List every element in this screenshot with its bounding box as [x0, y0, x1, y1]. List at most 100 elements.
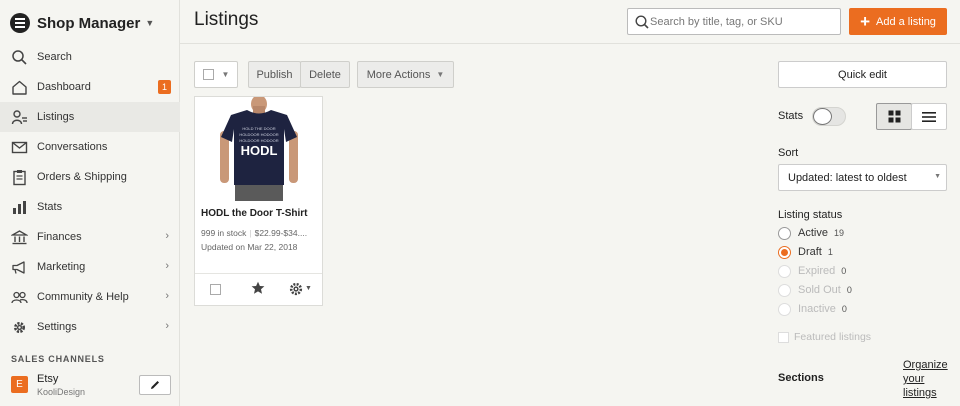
sidebar-item-search[interactable]: Search [0, 42, 180, 72]
sidebar-item-label: Stats [37, 201, 63, 213]
sidebar-item-settings[interactable]: Settings › [0, 312, 180, 342]
grid-icon [888, 110, 900, 123]
shop-manager-logo-icon [10, 13, 30, 33]
listings-icon [11, 109, 28, 126]
sort-selected-value: Updated: latest to oldest [788, 172, 907, 184]
sidebar-item-listings[interactable]: Listings [0, 102, 180, 132]
gear-icon [289, 282, 303, 295]
etsy-badge-icon: E [11, 376, 28, 393]
sidebar-item-dashboard[interactable]: Dashboard 1 [0, 72, 180, 102]
chevron-right-icon: › [165, 230, 169, 242]
sort-heading: Sort [778, 147, 799, 159]
caret-down-icon: ▼ [305, 285, 312, 292]
sidebar-item-conversations[interactable]: Conversations [0, 132, 180, 162]
shop-manager-menu[interactable]: Shop Manager ▼ [10, 12, 154, 34]
home-icon [11, 79, 28, 96]
more-actions-button[interactable]: More Actions ▼ [357, 61, 454, 88]
chevron-right-icon: › [165, 290, 169, 302]
organize-listings-link[interactable]: Organize your listings [903, 358, 953, 400]
search-box[interactable] [627, 8, 841, 35]
sidebar-item-community-help[interactable]: Community & Help › [0, 282, 180, 312]
sidebar-item-label: Listings [37, 111, 75, 123]
organize-link-line3: listings [903, 387, 937, 399]
list-view-button[interactable] [911, 103, 947, 130]
pencil-icon [151, 381, 159, 389]
grid-view-button[interactable] [876, 103, 912, 130]
sidebar-item-label: Dashboard [37, 81, 91, 93]
app-title: Shop Manager [37, 14, 141, 32]
status-count: 0 [841, 266, 847, 276]
star-icon[interactable] [251, 281, 265, 295]
status-radio-draft[interactable]: Draft 1 [778, 244, 833, 260]
channel-name: Etsy [37, 373, 59, 385]
edit-channel-button[interactable] [139, 375, 171, 395]
status-count: 19 [833, 228, 844, 238]
sidebar-item-orders-shipping[interactable]: Orders & Shipping [0, 162, 180, 192]
quick-edit-button[interactable]: Quick edit [778, 61, 947, 88]
add-listing-button[interactable]: + Add a listing [849, 8, 947, 35]
sections-heading: Sections [778, 372, 824, 384]
clipboard-icon [11, 169, 28, 186]
search-input[interactable] [650, 11, 836, 32]
status-radio-sold-out: Sold Out 0 [778, 282, 852, 298]
sidebar-item-label: Finances [37, 231, 82, 243]
featured-label: Featured listings [794, 331, 872, 343]
sidebar-item-marketing[interactable]: Marketing › [0, 252, 180, 282]
notification-badge: 1 [158, 80, 171, 94]
shirt-text-line1: HOLD THE DOOR [242, 126, 275, 131]
listing-settings-dropdown[interactable]: ▼ [289, 281, 313, 296]
status-count: 0 [846, 285, 852, 295]
sidebar-item-label: Orders & Shipping [37, 171, 127, 183]
listing-thumbnail[interactable]: HOLD THE DOOR HOLDOOR HODOOR HOLDOOR HOD… [195, 95, 322, 201]
listing-card[interactable]: HOLD THE DOOR HOLDOOR HODOOR HOLDOOR HOD… [194, 95, 323, 306]
delete-button[interactable]: Delete [300, 61, 350, 88]
select-all-dropdown[interactable]: ▼ [194, 61, 238, 88]
bar-chart-icon [11, 199, 28, 216]
radio-button[interactable] [778, 245, 791, 259]
sidebar-item-label: Settings [37, 321, 77, 333]
caret-down-icon: ▼ [436, 70, 445, 79]
sidebar-item-finances[interactable]: Finances › [0, 222, 180, 252]
chevron-right-icon: › [165, 320, 169, 332]
page-title: Listings [194, 9, 259, 30]
organize-link-line1: Organize [903, 359, 948, 371]
toggle-knob [813, 108, 832, 125]
sidebar-item-stats[interactable]: Stats [0, 192, 180, 222]
search-icon [635, 15, 649, 29]
list-icon [922, 111, 936, 122]
megaphone-icon [11, 259, 28, 276]
organize-link-line2: your [903, 373, 925, 385]
status-radio-active[interactable]: Active 19 [778, 225, 844, 241]
chevron-right-icon: › [165, 260, 169, 272]
status-label: Active [798, 227, 828, 239]
sidebar-nav: Search Dashboard 1 Listings Conversation… [0, 42, 180, 342]
channel-shop-name: KooliDesign [37, 387, 86, 397]
stats-toggle[interactable] [812, 107, 846, 126]
sidebar-item-label: Search [37, 51, 72, 63]
listing-stock: 999 in stock [201, 228, 247, 238]
sort-select[interactable]: Updated: latest to oldest ▼ [778, 164, 947, 191]
bank-icon [11, 229, 28, 246]
listing-status-heading: Listing status [778, 209, 843, 221]
sidebar-item-label: Marketing [37, 261, 86, 273]
sales-channel-etsy[interactable]: E Etsy KooliDesign [11, 372, 173, 400]
people-icon [11, 289, 28, 306]
featured-checkbox [778, 331, 789, 343]
shirt-text-line2: HOLDOOR HODOOR [239, 132, 278, 137]
status-label: Expired [798, 265, 836, 277]
listing-checkbox[interactable] [210, 284, 221, 295]
status-count: 1 [827, 247, 833, 257]
status-label: Draft [798, 246, 822, 258]
status-count: 0 [841, 304, 847, 314]
publish-button[interactable]: Publish [248, 61, 301, 88]
select-all-checkbox[interactable] [202, 69, 214, 80]
mail-icon [11, 139, 28, 156]
sidebar: Shop Manager ▼ Search Dashboard 1 Listin… [0, 0, 180, 406]
status-label: Inactive [798, 303, 836, 315]
caret-down-icon: ▼ [221, 70, 230, 79]
search-icon [11, 49, 28, 66]
radio-button [778, 283, 791, 297]
listing-title[interactable]: HODL the Door T-Shirt [201, 208, 307, 219]
radio-button[interactable] [778, 226, 791, 240]
radio-button [778, 302, 791, 316]
